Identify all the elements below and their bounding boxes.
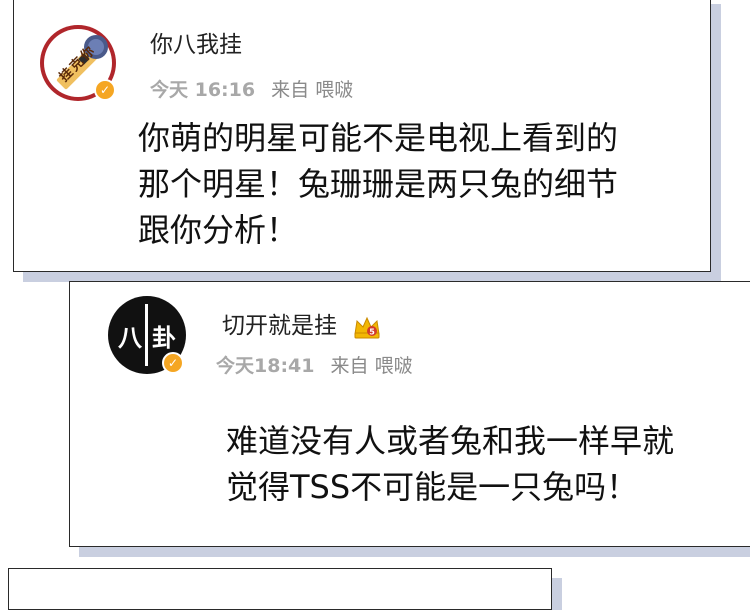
post-card-3 [8,568,552,610]
post-card-2: 八 卦 ✓ 切开就是挂 5 今天18:41 来自 喂啵 难道没有人或者兔和我一样… [69,281,750,547]
post-card-1: 挂克你 ✓ 你八我挂 今天 16:16 来自 喂啵 你萌的明星可能不是电视上看到… [13,0,711,272]
post-meta: 今天 16:16 来自 喂啵 [150,75,353,102]
verified-badge-icon: ✓ [162,352,184,374]
svg-text:5: 5 [370,327,376,336]
crown-vip-icon: 5 [354,316,380,338]
post-time: 今天 16:16 [150,79,256,101]
post-content: 你萌的明星可能不是电视上看到的 那个明星！兔珊珊是两只兔的细节 跟你分析！ [138,115,618,253]
post-source: 来自 喂啵 [271,79,354,101]
avatar-text-left: 八 [118,324,142,352]
avatar[interactable]: 八 卦 ✓ [108,296,186,374]
username[interactable]: 你八我挂 [150,25,242,59]
content-line: 那个明星！兔珊珊是两只兔的细节 [138,165,619,203]
content-line: 你萌的明星可能不是电视上看到的 [138,119,619,157]
post-time: 今天18:41 [216,355,315,377]
content-line: 觉得TSS不可能是一只兔吗！ [226,468,639,506]
post-meta: 今天18:41 来自 喂啵 [216,351,413,378]
verified-badge-icon: ✓ [94,79,116,101]
content-line: 难道没有人或者兔和我一样早就 [226,422,675,460]
post-source: 来自 喂啵 [330,355,413,377]
avatar-text-right: 卦 [152,324,176,352]
post-content: 难道没有人或者兔和我一样早就 觉得TSS不可能是一只兔吗！ [226,418,674,510]
avatar[interactable]: 挂克你 ✓ [40,25,116,101]
content-line: 跟你分析！ [138,211,299,249]
username[interactable]: 切开就是挂 5 [222,306,382,340]
username-text: 切开就是挂 [222,313,337,339]
